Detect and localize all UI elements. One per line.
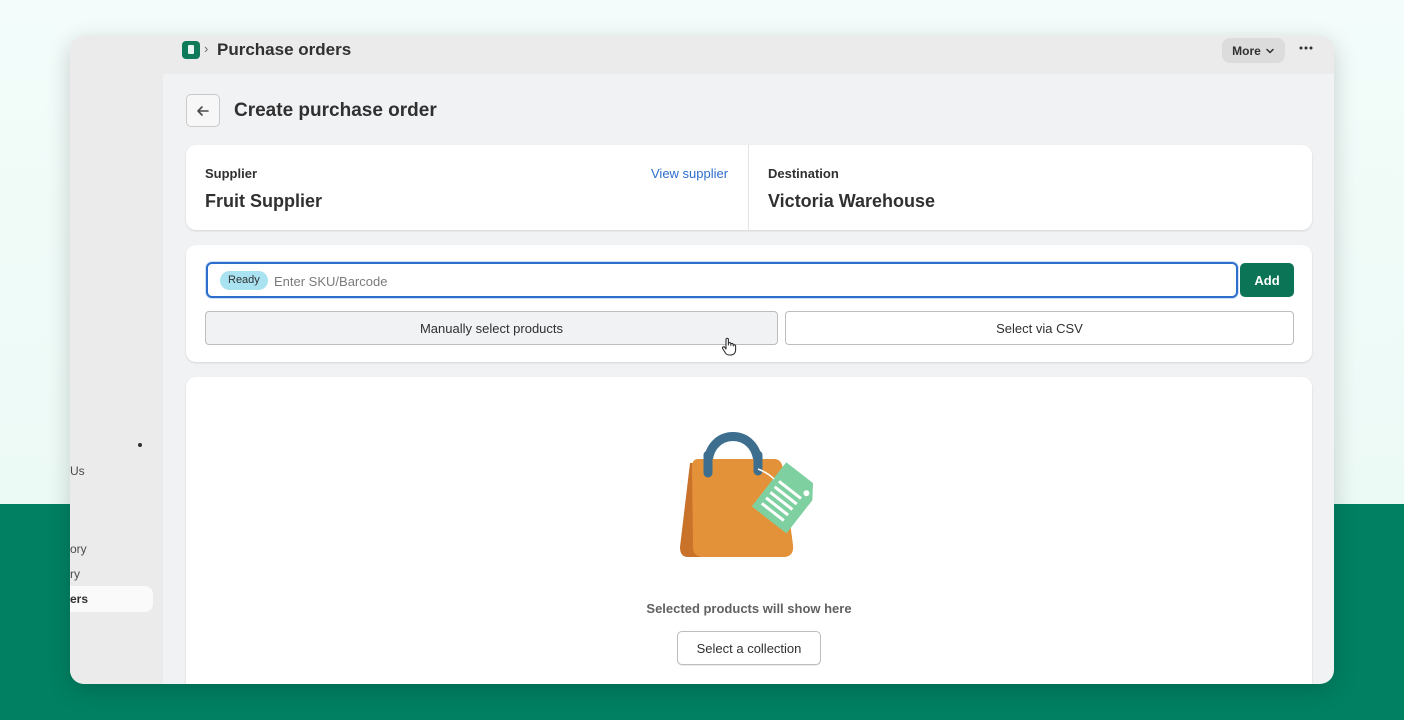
more-button-label: More [1232,43,1261,58]
supplier-label: Supplier [205,166,258,181]
sidebar-item-label: ry [70,567,80,581]
shopping-bag-icon [680,432,814,557]
top-bar: › Purchase orders More [163,36,1334,74]
select-collection-button[interactable]: Select a collection [677,631,821,665]
sidebar-item-label: ory [70,542,87,556]
ready-status-badge: Ready [220,271,268,290]
clipboard-icon[interactable] [182,41,200,59]
sidebar-item-label: ers [70,592,89,606]
supplier-name: Fruit Supplier [205,191,322,211]
sku-barcode-input-wrapper[interactable]: Ready [206,262,1238,298]
ellipsis-icon [1299,46,1313,50]
supplier-destination-card: Supplier View supplier Fruit Supplier De… [186,145,1312,230]
view-supplier-link[interactable]: View supplier [651,166,728,181]
app-window: Us ory ry ers › Purchase orders More Cre… [70,36,1334,684]
breadcrumb-title[interactable]: Purchase orders [217,40,351,60]
more-button[interactable]: More [1222,38,1285,63]
selected-products-card: Selected products will show here Select … [186,377,1312,684]
select-via-csv-button[interactable]: Select via CSV [785,311,1294,345]
sidebar-item-history[interactable]: ry [70,567,80,581]
page-title: Create purchase order [234,100,437,121]
hand-pointer-icon [721,337,737,356]
sidebar-item-label: Us [70,464,85,478]
arrow-left-icon [197,105,209,116]
sidebar-dot [138,443,142,447]
sidebar: Us ory ry ers [70,36,163,684]
manually-select-products-button[interactable]: Manually select products [205,311,778,345]
back-button[interactable] [186,94,220,127]
sidebar-item-inventory[interactable]: ory [70,542,87,556]
add-button[interactable]: Add [1240,263,1294,297]
destination-name: Victoria Warehouse [768,191,936,211]
sidebar-item-purchase-orders[interactable]: ers [70,586,153,612]
empty-state-message: Selected products will show here [646,601,852,616]
sku-barcode-input[interactable] [274,271,1214,291]
overflow-menu-button[interactable] [1295,40,1317,60]
destination-label: Destination [768,166,839,181]
card-divider [748,145,749,230]
chevron-down-icon [1266,48,1274,53]
product-entry-card: Ready Add Manually select products Selec… [186,245,1312,362]
breadcrumb-separator: › [204,41,209,56]
sidebar-item-skus[interactable]: Us [70,464,85,478]
